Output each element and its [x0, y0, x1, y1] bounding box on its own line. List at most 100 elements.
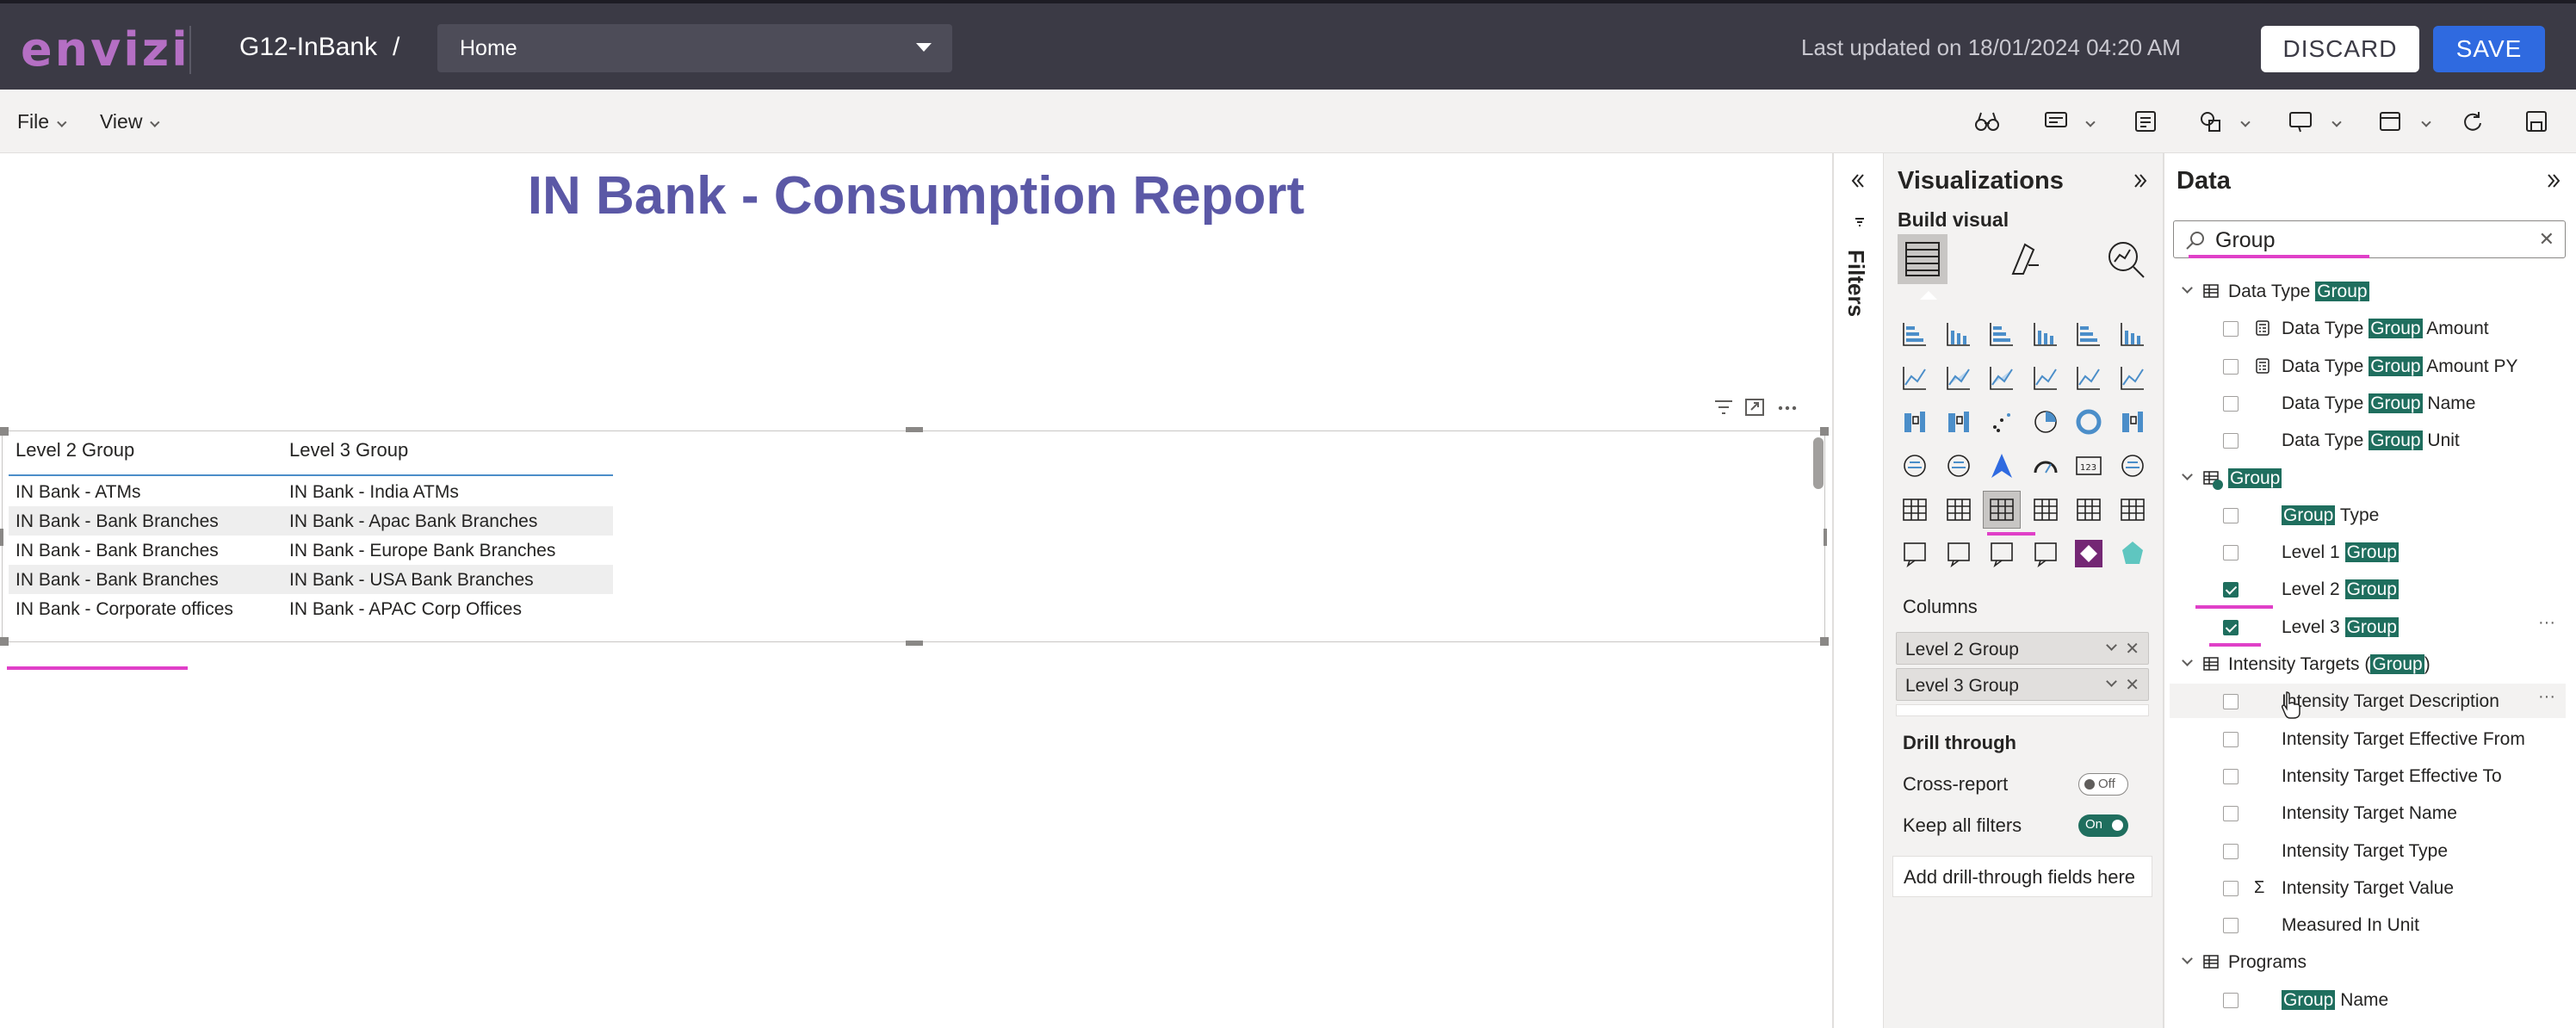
resize-handle-corner[interactable] [1820, 427, 1829, 436]
view-menu[interactable]: View [100, 110, 160, 133]
field-checkbox[interactable] [2223, 806, 2239, 821]
field-row[interactable]: Level 1 Group [2170, 535, 2566, 569]
kpi-icon[interactable] [1896, 491, 1934, 529]
decomposition-tree-icon[interactable] [2114, 491, 2152, 529]
filters-label[interactable]: Filters [1842, 250, 1869, 317]
drill-through-drop-area[interactable]: Add drill-through fields here [1892, 856, 2152, 897]
field-checkbox[interactable] [2223, 433, 2239, 449]
column-field-level2[interactable]: Level 2 Group ✕ [1896, 632, 2149, 665]
narrative-icon[interactable] [1940, 535, 1978, 573]
map-icon[interactable] [1896, 447, 1934, 485]
matrix-icon[interactable] [2027, 491, 2065, 529]
expand-right-icon[interactable] [2545, 172, 2562, 189]
discard-button[interactable]: DISCARD [2261, 26, 2419, 72]
data-search-input[interactable]: Group ✕ [2173, 220, 2566, 258]
field-row[interactable]: Level 2 Group [2170, 572, 2566, 606]
chevron-down-icon[interactable] [2085, 117, 2096, 127]
field-checkbox[interactable] [2223, 545, 2239, 560]
field-checkbox[interactable] [2223, 732, 2239, 747]
table-node[interactable]: Group [2170, 461, 2566, 495]
field-checkbox[interactable] [2223, 359, 2239, 375]
file-menu[interactable]: File [17, 110, 67, 133]
save-button[interactable]: SAVE [2433, 26, 2545, 72]
field-row[interactable]: Measured In Unit [2170, 907, 2566, 942]
ribbon-chart-icon[interactable] [2114, 359, 2152, 397]
column-header-level3[interactable]: Level 3 Group [289, 439, 408, 461]
remove-field-icon[interactable]: ✕ [2125, 638, 2139, 660]
field-row[interactable]: Data Type Group Name [2170, 386, 2566, 420]
table-scrollbar[interactable] [1813, 437, 1824, 489]
chevron-down-icon[interactable] [2182, 953, 2193, 964]
gauge-icon[interactable] [2027, 447, 2065, 485]
card-icon[interactable]: 123 [2070, 447, 2108, 485]
field-checkbox[interactable] [2223, 881, 2239, 896]
more-options-icon[interactable]: ··· [2538, 687, 2555, 707]
line-clustered-icon[interactable] [2070, 359, 2108, 397]
field-row[interactable]: Level 3 Group ··· [2170, 610, 2566, 644]
stacked-column-icon[interactable] [1940, 315, 1978, 353]
table-row[interactable]: IN Bank - ATMs IN Bank - India ATMs [9, 477, 613, 506]
azure-map-icon[interactable] [1983, 447, 2021, 485]
chevron-down-icon[interactable] [2106, 640, 2117, 651]
field-checkbox[interactable] [2223, 508, 2239, 523]
waterfall-icon[interactable] [1896, 403, 1934, 441]
multi-row-card-icon[interactable] [2114, 447, 2152, 485]
layout-icon[interactable] [2376, 108, 2404, 134]
field-checkbox[interactable] [2223, 694, 2239, 709]
stacked-bar-icon[interactable] [1896, 315, 1934, 353]
field-checkbox[interactable] [2223, 620, 2239, 635]
table-row[interactable]: IN Bank - Corporate offices IN Bank - AP… [9, 594, 613, 623]
build-visual-tab[interactable] [1898, 234, 1947, 284]
key-influencers-icon[interactable] [2070, 491, 2108, 529]
chevron-down-icon[interactable] [2421, 117, 2431, 127]
table-row[interactable]: IN Bank - Bank Branches IN Bank - USA Ba… [9, 565, 613, 594]
field-row[interactable]: Intensity Target Effective To [2170, 759, 2566, 793]
present-icon[interactable] [2287, 108, 2314, 134]
field-checkbox[interactable] [2223, 844, 2239, 859]
field-row[interactable]: Data Type Group Amount [2170, 311, 2566, 345]
report-canvas[interactable]: IN Bank - Consumption Report Level 2 Gro… [0, 153, 1832, 1028]
field-row[interactable]: Data Type Group Unit [2170, 423, 2566, 457]
donut-chart-icon[interactable] [2070, 403, 2108, 441]
goals-icon[interactable] [1983, 535, 2021, 573]
field-checkbox[interactable] [2223, 769, 2239, 784]
slicer-icon[interactable] [1940, 491, 1978, 529]
field-row[interactable]: Intensity Target Type [2170, 833, 2566, 868]
shapes-icon[interactable] [2197, 108, 2225, 134]
notes-icon[interactable] [2132, 108, 2159, 134]
remove-field-icon[interactable]: ✕ [2125, 674, 2139, 696]
treemap-icon[interactable] [2114, 403, 2152, 441]
100-column-icon[interactable] [2114, 315, 2152, 353]
table-icon[interactable] [1983, 491, 2021, 529]
save-icon[interactable] [2523, 108, 2550, 134]
column-field-level3[interactable]: Level 3 Group ✕ [1896, 668, 2149, 701]
scatter-icon[interactable] [1983, 403, 2021, 441]
more-visuals-icon[interactable] [2114, 535, 2152, 573]
resize-handle-top[interactable] [906, 427, 923, 432]
comment-icon[interactable] [2042, 108, 2070, 134]
chevron-down-icon[interactable] [2106, 676, 2117, 687]
field-row[interactable]: Group Type [2170, 498, 2566, 532]
field-row[interactable]: Σ Intensity Target Value [2170, 870, 2566, 905]
format-visual-tab[interactable] [1999, 234, 2049, 284]
chevron-down-icon[interactable] [2182, 282, 2193, 294]
chevron-down-icon[interactable] [2182, 655, 2193, 666]
chevron-down-icon[interactable] [2182, 469, 2193, 480]
binoculars-icon[interactable] [1973, 108, 2001, 134]
clustered-bar-icon[interactable] [1983, 315, 2021, 353]
chevron-down-icon[interactable] [2331, 117, 2342, 127]
expand-right-icon[interactable] [2132, 172, 2149, 189]
field-checkbox[interactable] [2223, 582, 2239, 598]
field-row[interactable]: Intensity Target Description ··· [2170, 684, 2566, 718]
field-checkbox[interactable] [2223, 321, 2239, 337]
filled-map-icon[interactable] [1940, 447, 1978, 485]
keep-filters-toggle[interactable]: On [2078, 814, 2128, 837]
column-header-level2[interactable]: Level 2 Group [15, 439, 134, 461]
workspace-name[interactable]: G12-InBank [239, 33, 377, 62]
field-checkbox[interactable] [2223, 918, 2239, 933]
clustered-column-icon[interactable] [2027, 315, 2065, 353]
chevron-down-icon[interactable] [2240, 117, 2251, 127]
resize-handle-bottom[interactable] [906, 641, 923, 646]
analytics-tab[interactable] [2101, 234, 2151, 284]
100-bar-icon[interactable] [2070, 315, 2108, 353]
